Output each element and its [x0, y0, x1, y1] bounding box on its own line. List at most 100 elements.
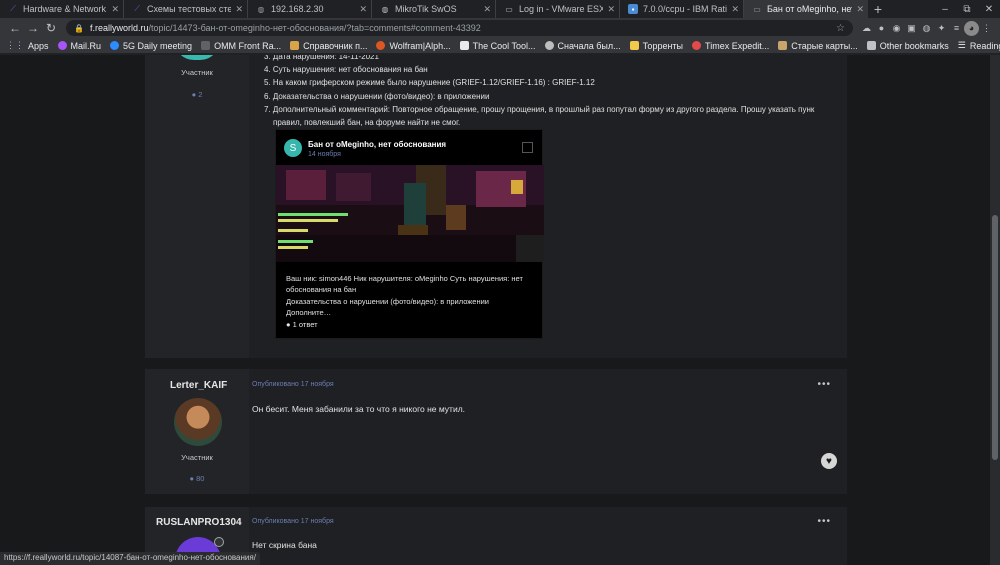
- zoho-icon: ⟋: [134, 4, 140, 13]
- page-scrollbar[interactable]: [990, 55, 1000, 565]
- post-lerter: Lerter_KAIF Участник ● 80 Опубликовано 1…: [145, 369, 847, 494]
- post-text: Он бесит. Меня забанили за то что я нико…: [252, 404, 466, 414]
- folder-icon: [866, 41, 876, 50]
- forward-icon[interactable]: →: [24, 19, 42, 37]
- bookmark-apps[interactable]: ⋮⋮ Apps: [6, 40, 49, 51]
- extension-icon[interactable]: ◉: [889, 21, 904, 36]
- globe-icon: ◍: [257, 4, 265, 14]
- restore-icon[interactable]: ⧉: [956, 0, 978, 18]
- reading-list-icon: ☰: [957, 40, 966, 50]
- tab-mikrotik[interactable]: ◍ MikroTik SwOS ✕: [372, 0, 496, 18]
- camera-extension-icon[interactable]: ▣: [904, 21, 919, 36]
- map-icon: [778, 41, 788, 50]
- bookmark-spravochnik[interactable]: Справочник п...: [290, 41, 367, 51]
- minimize-icon[interactable]: –: [934, 0, 956, 18]
- post-count[interactable]: ● 2: [145, 90, 249, 99]
- folder-icon: [629, 41, 639, 50]
- reading-list[interactable]: ☰Reading list: [958, 40, 1000, 51]
- close-icon[interactable]: ✕: [607, 4, 615, 15]
- close-icon[interactable]: ✕: [111, 4, 119, 15]
- bookmark-snachala[interactable]: Сначала был...: [544, 41, 621, 51]
- new-tab-button[interactable]: +: [868, 0, 888, 18]
- badge-icon: [214, 537, 224, 547]
- avatar[interactable]: [174, 55, 220, 60]
- bookmark-old-maps[interactable]: Старые карты...: [778, 41, 858, 51]
- globe-icon: ◍: [381, 4, 389, 14]
- username[interactable]: Lerter_KAIF: [170, 380, 227, 391]
- close-icon[interactable]: ✕: [235, 4, 243, 15]
- avatar[interactable]: ◕: [964, 20, 979, 36]
- close-icon[interactable]: ✕: [856, 4, 864, 15]
- like-heart-icon[interactable]: ♥: [821, 453, 837, 469]
- embed-excerpt: Ваш ник: simon446 Ник нарушителя: oMegin…: [286, 274, 523, 317]
- scrollbar-thumb[interactable]: [992, 215, 998, 460]
- list-item: 6. Доказательства о нарушении (фото/виде…: [264, 91, 490, 101]
- post-author-panel: Lerter_KAIF Участник ● 80: [145, 369, 249, 494]
- avatar[interactable]: S: [284, 139, 302, 157]
- close-icon[interactable]: ✕: [731, 4, 739, 15]
- zoom-icon: [110, 41, 120, 50]
- tab-schemes[interactable]: ⟋Схемы тестовых стенд✕: [124, 0, 248, 18]
- tab-ban-topic[interactable]: ▭Бан от oMeginho, нет о✕: [744, 0, 868, 18]
- tab-ip-address[interactable]: ◍ 192.168.2.30 ✕: [248, 0, 372, 18]
- bookmark-omm-front[interactable]: OMM Front Ra...: [201, 41, 281, 51]
- list-item: 5. На каком гриферском режиме было наруш…: [264, 78, 595, 88]
- forum-page: Участник ● 2 3. Дата нарушения: 14-11-20…: [0, 55, 990, 565]
- browser-toolbar: ← → ↻ 🔒 f.reallyworld.ru/topic/14473-бан…: [0, 18, 1000, 38]
- back-icon[interactable]: ←: [6, 19, 24, 37]
- username[interactable]: RUSLANPRO1304: [156, 517, 242, 528]
- extensions-puzzle-icon[interactable]: ✦: [934, 21, 949, 36]
- window-controls: – ⧉ ✕: [934, 0, 1000, 18]
- comment-icon: ●: [286, 320, 291, 329]
- bookmark-star-icon[interactable]: ☆: [836, 23, 845, 34]
- address-bar[interactable]: 🔒 f.reallyworld.ru/topic/14473-бан-от-om…: [66, 20, 853, 36]
- more-options-icon[interactable]: •••: [817, 379, 831, 390]
- link-status-bar: https://f.reallyworld.ru/topic/14087-бан…: [0, 552, 260, 565]
- bookmark-torrents[interactable]: Торренты: [629, 41, 683, 51]
- extension-icon[interactable]: ●: [874, 21, 889, 36]
- bookmark-5g-daily[interactable]: 5G Daily meeting: [110, 41, 192, 51]
- close-icon[interactable]: ✕: [483, 4, 491, 15]
- bookmark-timex[interactable]: Timex Expedit...: [692, 41, 769, 51]
- book-icon: [290, 41, 300, 50]
- wolfram-icon: [376, 41, 386, 50]
- tab-hardware-network[interactable]: ⟋Hardware & Network - LE✕: [0, 0, 124, 18]
- apps-grid-icon: ⋮⋮: [6, 40, 24, 50]
- complaint-fields: 3. Дата нарушения: 14-11-2021 4. Суть на…: [264, 55, 824, 129]
- publish-date[interactable]: Опубликовано 17 ноября: [252, 518, 334, 525]
- embedded-topic-card[interactable]: S Бан от oMeginho, нет обоснования 14 но…: [275, 129, 544, 339]
- url-path: /topic/14473-бан-от-omeginho-нет-обоснов…: [148, 23, 481, 33]
- more-options-icon[interactable]: •••: [817, 516, 831, 527]
- media-icon[interactable]: ≡: [949, 21, 964, 36]
- menu-icon[interactable]: ⋮: [979, 21, 994, 36]
- tab-ibm[interactable]: ▪7.0.0/ccpu - IBM Rationa✕: [620, 0, 744, 18]
- close-window-icon[interactable]: ✕: [978, 0, 1000, 18]
- tab-vmware[interactable]: ▭ Log in - VMware ESXi ✕: [496, 0, 620, 18]
- figure-icon: [544, 41, 554, 50]
- bookmark-cool-tool[interactable]: The Cool Tool...: [459, 41, 536, 51]
- zoho-icon: ⟋: [10, 4, 16, 13]
- bookmark-other[interactable]: Other bookmarks: [866, 41, 949, 51]
- reply-count[interactable]: ● 1 ответ: [286, 320, 318, 329]
- reload-icon[interactable]: ↻: [42, 19, 60, 37]
- post-count[interactable]: ● 80: [145, 474, 249, 483]
- bookmark-mailru[interactable]: Mail.Ru: [57, 41, 101, 51]
- list-item: 4. Суть нарушения: нет обоснования на ба…: [264, 65, 428, 75]
- publish-date[interactable]: Опубликовано 17 ноября: [252, 381, 334, 388]
- weather-extension-icon[interactable]: ☁: [859, 21, 874, 36]
- embed-title[interactable]: Бан от oMeginho, нет обоснования: [308, 140, 446, 149]
- ibm-icon: ▪: [628, 4, 638, 14]
- tab-strip: ⟋Hardware & Network - LE✕ ⟋Схемы тестовы…: [0, 0, 1000, 18]
- list-item: 3. Дата нарушения: 14-11-2021: [264, 55, 379, 61]
- list-item: правил, повлекший бан, на форуме найти н…: [273, 118, 461, 128]
- url-domain: f.reallyworld.ru: [90, 23, 149, 33]
- external-link-icon[interactable]: [522, 142, 533, 153]
- lock-icon: 🔒: [74, 23, 84, 33]
- extension-icon[interactable]: ◍: [919, 21, 934, 36]
- bookmark-wolfram[interactable]: Wolfram|Alph...: [376, 41, 451, 51]
- comment-icon: ●: [191, 90, 197, 99]
- avatar[interactable]: [174, 398, 222, 446]
- game-screenshot: [276, 165, 544, 262]
- page-icon: [459, 41, 469, 50]
- close-icon[interactable]: ✕: [359, 4, 367, 15]
